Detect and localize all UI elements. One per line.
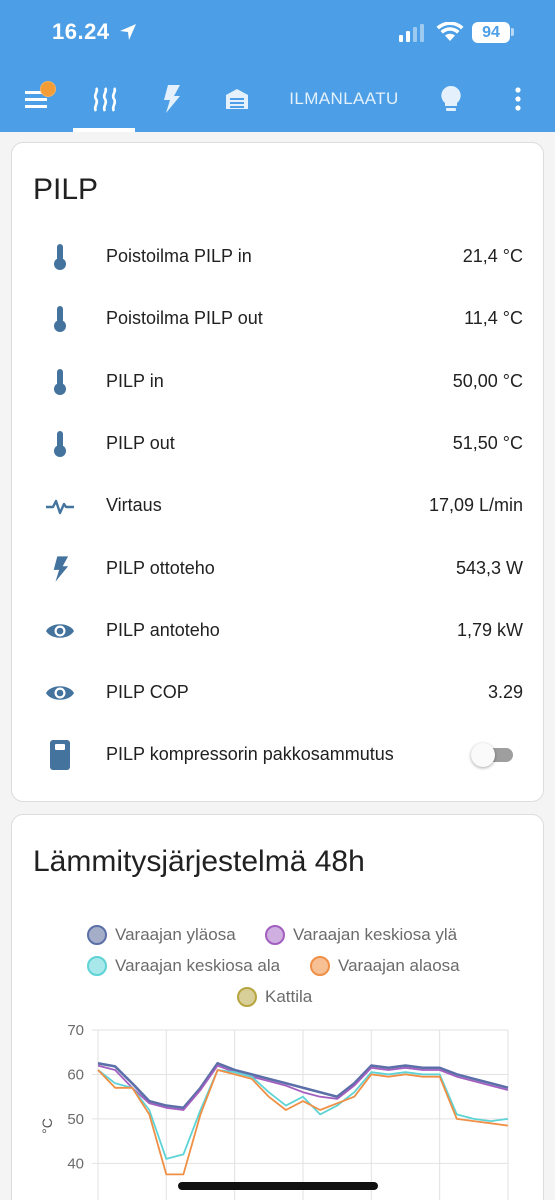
home-indicator bbox=[178, 1182, 378, 1190]
thermometer-icon bbox=[42, 306, 78, 333]
heating-history-card: Lämmitysjärjestelmä 48h Varaajan yläosa … bbox=[11, 814, 544, 1200]
entity-label: Poistoilma PILP out bbox=[106, 308, 263, 329]
y-tick-label: 50 bbox=[67, 1111, 84, 1128]
entity-row[interactable]: PILP antoteho 1,79 kW bbox=[12, 599, 545, 661]
active-tab-indicator bbox=[73, 128, 135, 132]
lightning-icon bbox=[42, 555, 78, 582]
entity-row[interactable]: PILP ottoteho 543,3 W bbox=[12, 537, 545, 599]
thermometer-icon bbox=[42, 244, 78, 270]
entity-row[interactable]: PILP out 51,50 °C bbox=[12, 412, 545, 474]
thermometer-icon bbox=[42, 368, 78, 395]
entity-label: PILP in bbox=[106, 370, 164, 391]
heat-wave-icon bbox=[93, 87, 117, 112]
tab-lights[interactable] bbox=[426, 66, 476, 132]
wifi-icon bbox=[436, 22, 464, 41]
entity-row[interactable]: Virtaus 17,09 L/min bbox=[12, 474, 545, 536]
tab-heating[interactable] bbox=[78, 66, 132, 132]
entity-row[interactable]: Poistoilma PILP in 21,4 °C bbox=[12, 225, 545, 287]
app-header: 16.24 94 ILMANLAATU bbox=[0, 0, 555, 132]
lightning-icon bbox=[164, 85, 180, 113]
entity-row[interactable]: PILP in 50,00 °C bbox=[12, 350, 545, 412]
cellular-signal-icon bbox=[399, 24, 424, 42]
entity-value: 51,50 °C bbox=[452, 432, 523, 453]
compressor-shutdown-toggle[interactable] bbox=[471, 742, 517, 768]
heating-line-chart[interactable]: 7060504030°C bbox=[12, 815, 543, 1200]
entity-label: PILP COP bbox=[106, 682, 189, 703]
entity-label: PILP ottoteho bbox=[106, 557, 215, 578]
tab-air-quality-label: ILMANLAATU bbox=[289, 89, 399, 108]
location-arrow-icon bbox=[120, 24, 136, 40]
y-axis-label: °C bbox=[39, 1118, 55, 1134]
entity-value: 3.29 bbox=[487, 682, 523, 703]
entity-row[interactable]: PILP COP 3.29 bbox=[12, 661, 545, 723]
view-tabs: ILMANLAATU bbox=[0, 66, 555, 132]
entity-value: 1,79 kW bbox=[456, 619, 523, 640]
entity-value: 11,4 °C bbox=[464, 308, 523, 329]
pilp-card: PILP Poistoilma PILP in 21,4 °C Poistoilma… bbox=[11, 142, 544, 802]
tab-air-quality[interactable]: ILMANLAATU bbox=[280, 66, 408, 132]
toggle-knob bbox=[471, 743, 495, 768]
power-socket-icon bbox=[42, 740, 78, 771]
thermometer-icon bbox=[42, 430, 78, 457]
entity-label: PILP kompressorin pakkosammutus bbox=[106, 744, 394, 765]
battery-nub bbox=[511, 28, 514, 36]
entity-value: 21,4 °C bbox=[462, 246, 523, 266]
y-tick-label: 60 bbox=[67, 1066, 84, 1083]
y-tick-label: 40 bbox=[67, 1155, 84, 1172]
entity-value: 50,00 °C bbox=[452, 370, 523, 391]
more-menu-button[interactable] bbox=[496, 66, 540, 132]
lightbulb-icon bbox=[441, 85, 461, 111]
tab-garage[interactable] bbox=[212, 66, 262, 132]
battery-level: 94 bbox=[472, 22, 510, 43]
entity-value: 543,3 W bbox=[455, 557, 523, 578]
status-time: 16.24 bbox=[52, 19, 110, 44]
tab-power[interactable] bbox=[146, 66, 196, 132]
pilp-card-title: PILP bbox=[33, 173, 99, 206]
tab-menu[interactable] bbox=[12, 66, 62, 132]
y-tick-label: 70 bbox=[67, 1022, 84, 1039]
entity-label: PILP antoteho bbox=[106, 619, 220, 640]
entity-row[interactable]: Poistoilma PILP out 11,4 °C bbox=[12, 287, 545, 349]
eye-icon bbox=[42, 618, 78, 644]
entity-row[interactable]: PILP kompressorin pakkosammutus bbox=[12, 723, 545, 785]
entity-value: 17,09 L/min bbox=[428, 495, 523, 516]
status-bar: 16.24 94 bbox=[0, 0, 555, 66]
entity-label: PILP out bbox=[106, 432, 175, 453]
entity-label: Virtaus bbox=[106, 495, 162, 516]
entity-label: Poistoilma PILP in bbox=[106, 246, 252, 266]
more-vertical-icon bbox=[515, 87, 521, 111]
garage-icon bbox=[226, 89, 248, 109]
eye-icon bbox=[42, 680, 78, 706]
notification-badge bbox=[40, 81, 56, 97]
pulse-icon bbox=[42, 493, 78, 519]
